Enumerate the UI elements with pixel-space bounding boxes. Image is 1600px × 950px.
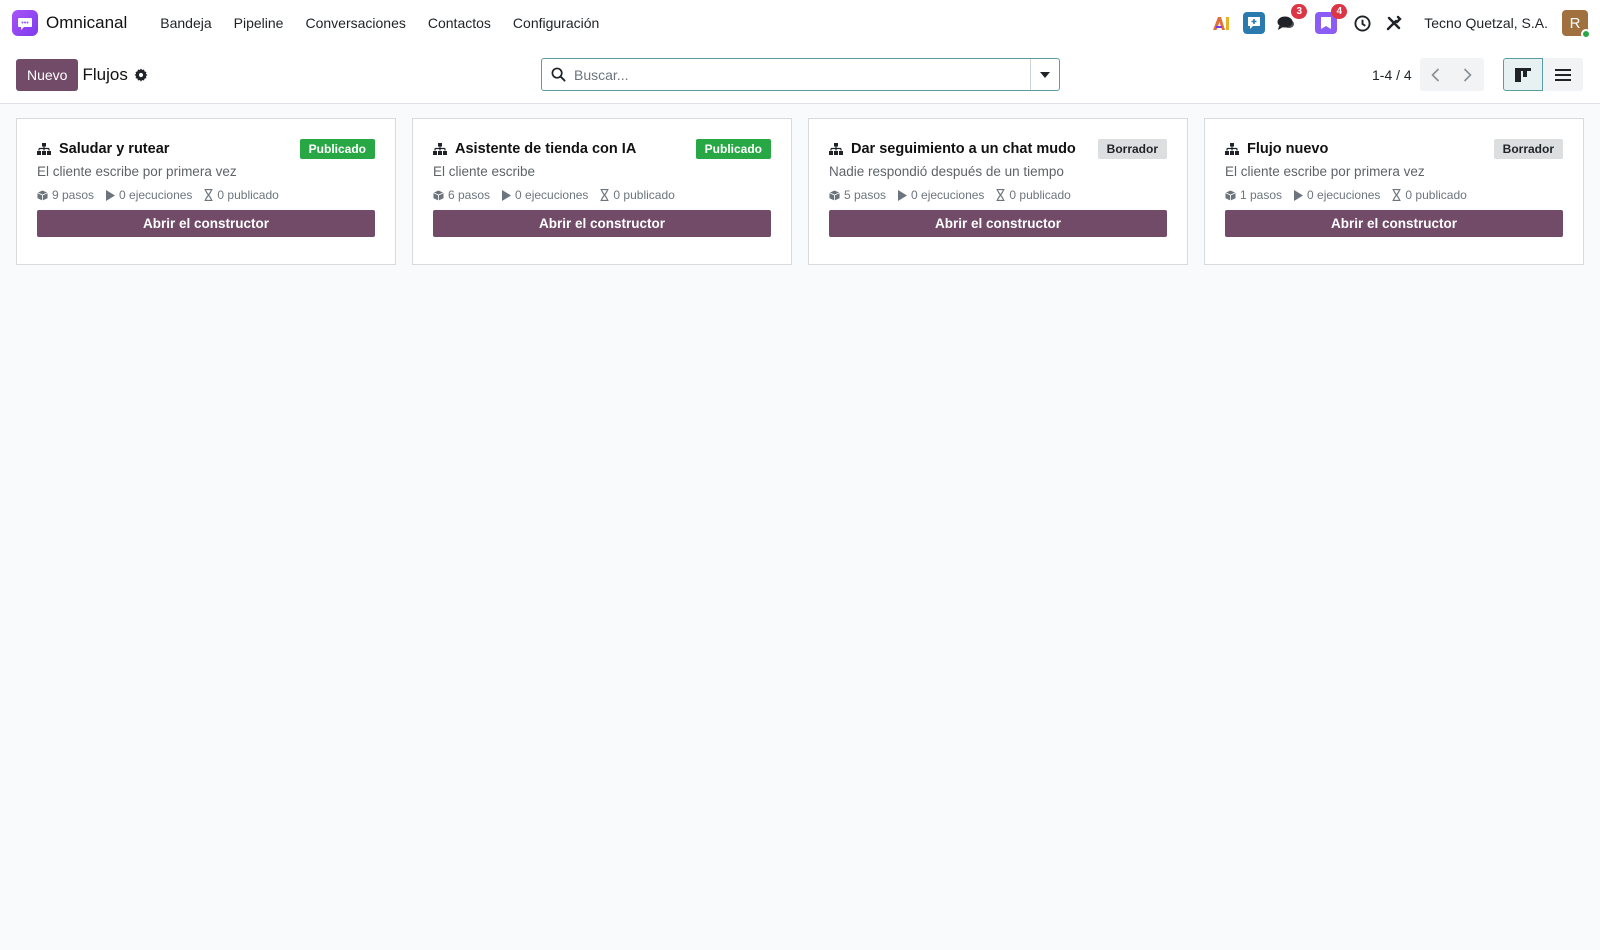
published-count: 0 publicado (613, 188, 675, 202)
flow-card[interactable]: Flujo nuevo Borrador El cliente escribe … (1204, 118, 1584, 265)
pager-value[interactable]: 1-4 / 4 (1372, 67, 1412, 83)
main-menu: Bandeja Pipeline Conversaciones Contacto… (149, 15, 610, 31)
flow-trigger: El cliente escribe por primera vez (37, 164, 237, 179)
flow-title: Asistente de tienda con IA (455, 141, 637, 157)
ai-icon[interactable] (1210, 11, 1234, 35)
hourglass-icon (600, 189, 609, 201)
flow-trigger: El cliente escribe (433, 164, 536, 179)
livechat-icon[interactable] (1242, 11, 1266, 35)
hourglass-icon (996, 189, 1005, 201)
cube-icon (37, 189, 48, 201)
kanban-icon (1515, 67, 1531, 82)
open-builder-button[interactable]: Abrir el constructor (829, 210, 1167, 237)
list-icon (1555, 68, 1571, 81)
steps-count: 6 pasos (448, 188, 491, 202)
steps-count: 1 pasos (1240, 188, 1283, 202)
status-badge: Publicado (695, 139, 771, 159)
page-title: Flujos (82, 64, 128, 84)
published-count: 0 publicado (1009, 188, 1071, 202)
chevron-right-icon (1464, 67, 1472, 82)
hourglass-icon (1392, 189, 1401, 201)
flow-title: Dar seguimiento a un chat mudo (851, 141, 1076, 157)
search-input[interactable] (574, 59, 1030, 90)
kanban-view-button[interactable] (1503, 58, 1543, 91)
hourglass-icon (204, 189, 213, 201)
company-switcher[interactable]: Tecno Quetzal, S.A. (1424, 15, 1548, 31)
play-icon (502, 189, 512, 201)
status-badge: Borrador (1493, 139, 1563, 159)
sitemap-icon (37, 143, 51, 155)
flow-stats: 9 pasos 0 ejecuciones 0 publicado (37, 188, 375, 202)
list-view-button[interactable] (1543, 58, 1583, 91)
flow-title: Saludar y rutear (59, 141, 170, 157)
flow-trigger: Nadie respondió después de un tiempo (829, 164, 1064, 179)
flow-trigger: El cliente escribe por primera vez (1225, 164, 1425, 179)
clock-icon[interactable] (1350, 11, 1374, 35)
flow-stats: 5 pasos 0 ejecuciones 0 publicado (829, 188, 1167, 202)
open-builder-button[interactable]: Abrir el constructor (433, 210, 771, 237)
app-name[interactable]: Omnicanal (46, 13, 127, 33)
flow-stats: 1 pasos 0 ejecuciones 0 publicado (1225, 188, 1563, 202)
open-builder-button[interactable]: Abrir el constructor (37, 210, 375, 237)
flow-title: Flujo nuevo (1247, 141, 1329, 157)
published-count: 0 publicado (1405, 188, 1467, 202)
activities-counter: 4 (1331, 4, 1348, 19)
steps-count: 9 pasos (52, 188, 95, 202)
sitemap-icon (829, 143, 843, 155)
steps-count: 5 pasos (844, 188, 887, 202)
systray: 3 4 Tecno Quetzal, S.A. R (1202, 4, 1591, 39)
messages-counter: 3 (1291, 4, 1308, 19)
pager-buttons (1419, 58, 1484, 91)
cube-icon (829, 189, 840, 201)
messages-icon[interactable]: 3 (1274, 4, 1308, 35)
control-panel: Nuevo Flujos 1-4 / 4 (0, 46, 1600, 104)
status-badge: Publicado (299, 139, 375, 159)
menu-item-pipeline[interactable]: Pipeline (223, 15, 295, 31)
cube-icon (1225, 189, 1236, 201)
kanban-view: Saludar y rutear Publicado El cliente es… (0, 104, 1600, 279)
menu-item-contactos[interactable]: Contactos (417, 15, 502, 31)
menu-item-conversaciones[interactable]: Conversaciones (294, 15, 416, 31)
flow-card[interactable]: Saludar y rutear Publicado El cliente es… (16, 118, 396, 265)
search-icon (542, 67, 574, 82)
play-icon (106, 189, 116, 201)
view-switcher (1503, 58, 1583, 91)
pager-previous-button[interactable] (1420, 58, 1452, 91)
app-logo-icon[interactable] (12, 10, 38, 36)
play-icon (898, 189, 908, 201)
published-count: 0 publicado (217, 188, 279, 202)
runs-count: 0 ejecuciones (515, 188, 589, 202)
menu-item-bandeja[interactable]: Bandeja (149, 15, 222, 31)
tools-icon[interactable] (1382, 11, 1406, 35)
status-badge: Borrador (1097, 139, 1167, 159)
top-navbar: Omnicanal Bandeja Pipeline Conversacione… (0, 0, 1600, 46)
runs-count: 0 ejecuciones (911, 188, 985, 202)
sitemap-icon (433, 143, 447, 155)
activities-icon[interactable]: 4 (1314, 4, 1348, 35)
avatar-initial: R (1569, 14, 1581, 32)
gear-icon[interactable] (134, 67, 148, 82)
menu-item-configuracion[interactable]: Configuración (502, 15, 610, 31)
search-options-toggle[interactable] (1030, 59, 1059, 90)
user-avatar[interactable]: R (1562, 10, 1591, 39)
play-icon (1294, 189, 1304, 201)
online-status-dot (1581, 29, 1591, 39)
flow-card[interactable]: Dar seguimiento a un chat mudo Borrador … (808, 118, 1188, 265)
search-bar (541, 58, 1060, 91)
pager: 1-4 / 4 (1372, 58, 1484, 91)
runs-count: 0 ejecuciones (1307, 188, 1381, 202)
flow-stats: 6 pasos 0 ejecuciones 0 publicado (433, 188, 771, 202)
pager-next-button[interactable] (1452, 58, 1484, 91)
caret-down-icon (1040, 71, 1050, 78)
sitemap-icon (1225, 143, 1239, 155)
flow-card[interactable]: Asistente de tienda con IA Publicado El … (412, 118, 792, 265)
new-button[interactable]: Nuevo (16, 58, 79, 91)
runs-count: 0 ejecuciones (119, 188, 193, 202)
cube-icon (433, 189, 444, 201)
open-builder-button[interactable]: Abrir el constructor (1225, 210, 1563, 237)
chevron-left-icon (1431, 67, 1440, 82)
